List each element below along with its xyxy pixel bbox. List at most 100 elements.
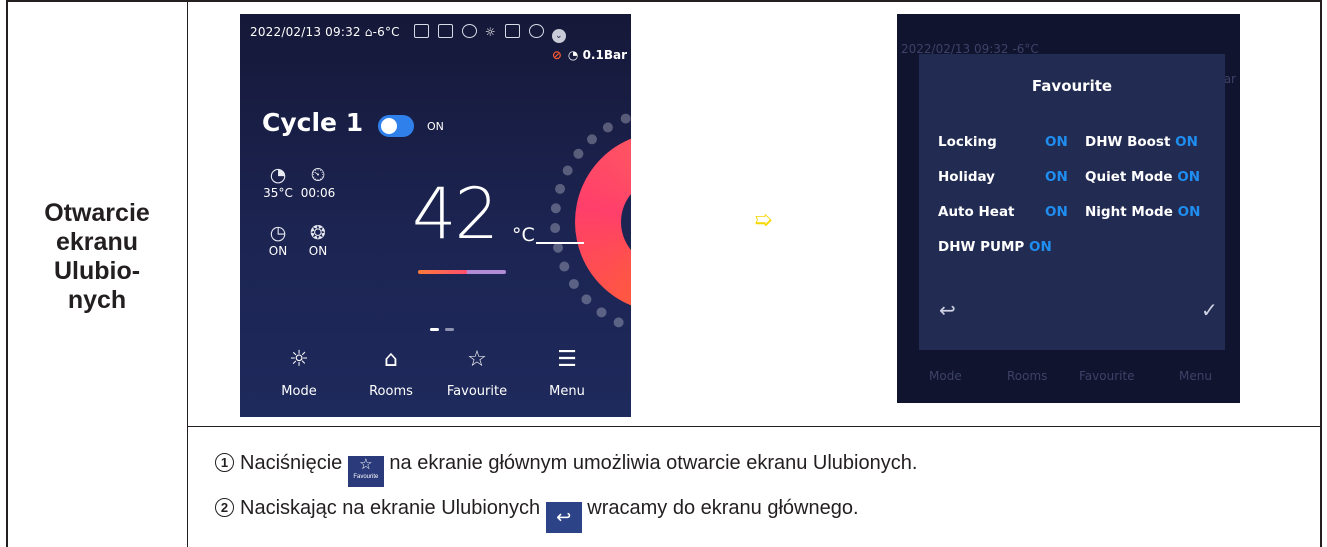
fav-label: Quiet Mode: [1085, 169, 1173, 185]
fav-label: DHW PUMP: [938, 239, 1025, 255]
row-title: Otwarcie ekranu Ulubio- nych: [6, 199, 188, 315]
fav-state-value: ON: [1045, 134, 1068, 150]
fav-state-value: ON: [1045, 204, 1068, 220]
dialog-title: Favourite: [1031, 77, 1113, 95]
status-bar: 2022/02/13 09:32 ⌂-6°C ☼ ⌄: [250, 24, 566, 43]
instruction-text: wracamy do ekranu głównego.: [587, 497, 859, 519]
fav-item-dhw-pump[interactable]: DHW PUMP ON: [938, 239, 1052, 255]
nav-favourite[interactable]: ☆ Favourite: [440, 345, 514, 399]
schedule-icon: [413, 24, 429, 38]
nav-rooms[interactable]: ⌂ Rooms: [354, 345, 428, 399]
pressure-value: 0.1Bar: [582, 48, 627, 62]
fav-label: DHW Boost: [1085, 134, 1171, 150]
warning-icon: ⊘: [551, 48, 562, 62]
eco-icon: ❂: [310, 222, 326, 244]
cycle-state: ON: [427, 120, 444, 133]
row-title-line: Ulubio-: [53, 257, 141, 285]
weekly-timer-icon: ◷: [269, 222, 287, 244]
tank-gauge-indicator[interactable]: ◔ 35°C: [258, 164, 298, 200]
row-divider: [187, 426, 1322, 427]
fav-state[interactable]: ON: [1045, 204, 1068, 220]
fav-label: Locking: [938, 134, 997, 150]
menu-list-icon: ☰: [557, 347, 577, 372]
favourite-star-icon: ☆ Favourite: [347, 456, 384, 487]
fav-item-night-mode[interactable]: Night Mode ON: [1085, 204, 1200, 220]
fav-state[interactable]: ON: [1045, 169, 1068, 185]
bottom-nav: ☼ Mode ⌂ Rooms ☆ Favourite ☰ Menu: [240, 339, 631, 417]
main-screen: 2022/02/13 09:32 ⌂-6°C ☼ ⌄ ⊘ ◔ 0.1Bar Cyc…: [240, 14, 631, 417]
nav-mode[interactable]: ☼ Mode: [262, 345, 336, 399]
indicator-value: 35°C: [263, 186, 293, 200]
cycle-label: Cycle 1: [262, 108, 364, 137]
step-number: 2: [215, 498, 234, 517]
fav-item-quiet-mode[interactable]: Quiet Mode ON: [1085, 169, 1200, 185]
fav-item-holiday[interactable]: Holiday: [938, 169, 995, 185]
nav-menu[interactable]: ☰ Menu: [530, 345, 604, 399]
pump-icon: [461, 24, 477, 38]
step-number: 1: [215, 453, 234, 472]
nav-label: Menu: [549, 384, 585, 399]
confirm-check-icon[interactable]: ✓: [1201, 298, 1218, 322]
outdoor-temp: -6°C: [372, 25, 400, 39]
fav-state[interactable]: ON: [1045, 134, 1068, 150]
back-arrow-icon: ↩: [545, 502, 582, 533]
table-right-border: [1320, 0, 1322, 547]
indicator-value: ON: [308, 244, 328, 258]
pressure-gauge-icon: ◔: [567, 48, 583, 62]
datetime: 2022/02/13 09:32: [250, 25, 361, 39]
set-temperature: 42: [412, 173, 499, 255]
star-icon: ☆: [467, 347, 487, 372]
weekly-timer-indicator[interactable]: ◷ ON: [258, 222, 298, 258]
favourite-dialog: Favourite Locking ON DHW Boost ON Holida…: [919, 54, 1225, 350]
row-title-line: ekranu: [56, 228, 138, 256]
pressure-indicator: ⊘ ◔ 0.1Bar: [552, 48, 627, 62]
fav-label: Night Mode: [1085, 204, 1173, 220]
dial-pointer: [536, 242, 584, 244]
fav-item-dhw-boost[interactable]: DHW Boost ON: [1085, 134, 1198, 150]
page-dot: [430, 328, 439, 331]
fav-item-locking[interactable]: Locking: [938, 134, 997, 150]
chip-label: Favourite: [353, 474, 379, 480]
expand-status-icon[interactable]: ⌄: [551, 29, 566, 43]
table-top-border: [6, 0, 1322, 2]
back-arrow-icon[interactable]: ↩: [939, 298, 956, 322]
timer-icon: ⏲: [310, 164, 326, 186]
tank-icon: [504, 24, 520, 38]
favourite-screen: 2022/02/13 09:32 -6°C 0.1Bar Favourite L…: [897, 14, 1240, 403]
outdoor-thermometer-icon: ⌂: [364, 25, 373, 39]
page-dot: [445, 328, 454, 331]
instruction-text: na ekranie głównym umożliwia otwarcie ek…: [389, 452, 918, 474]
gauge-icon: [528, 24, 544, 38]
fav-state-value: ON: [1045, 169, 1068, 185]
fav-label: Holiday: [938, 169, 995, 185]
temperature-bar: [418, 270, 506, 274]
instruction-1: 1 Naciśnięcie ☆ Favourite na ekranie główn…: [215, 452, 917, 487]
fav-item-auto-heat[interactable]: Auto Heat: [938, 204, 1015, 220]
indicator-value: 00:06: [300, 186, 336, 200]
instruction-2: 2 Naciskając na ekranie Ulubionych ↩ wrac…: [215, 497, 859, 533]
fav-state-value: ON: [1177, 204, 1201, 220]
fav-state-value: ON: [1175, 134, 1198, 150]
mode-snowflake-sun-icon: ☼: [289, 347, 309, 372]
cycle-toggle[interactable]: [378, 115, 414, 137]
transition-arrow-icon: ➯: [754, 207, 773, 232]
sun-icon: ☼: [484, 25, 496, 39]
instruction-text: Naciśnięcie: [240, 452, 343, 474]
ghost-nav-label: Rooms: [1007, 369, 1048, 383]
fav-label: Auto Heat: [938, 204, 1015, 220]
ghost-nav-label: Menu: [1179, 369, 1212, 383]
nav-label: Rooms: [369, 384, 413, 399]
indicator-value: ON: [268, 244, 288, 258]
instruction-text: Naciskając na ekranie Ulubionych: [240, 497, 541, 519]
calendar-icon: [437, 24, 453, 38]
ghost-nav-label: Favourite: [1079, 369, 1135, 383]
home-icon: ⌂: [384, 347, 398, 372]
eco-indicator[interactable]: ❂ ON: [298, 222, 338, 258]
row-title-line: Otwarcie: [44, 199, 150, 227]
nav-label: Favourite: [446, 384, 508, 399]
fav-state-value: ON: [1028, 239, 1052, 255]
fav-state-value: ON: [1177, 169, 1201, 185]
ghost-nav-label: Mode: [929, 369, 962, 383]
timer-indicator[interactable]: ⏲ 00:06: [298, 164, 338, 200]
nav-label: Mode: [281, 384, 317, 399]
